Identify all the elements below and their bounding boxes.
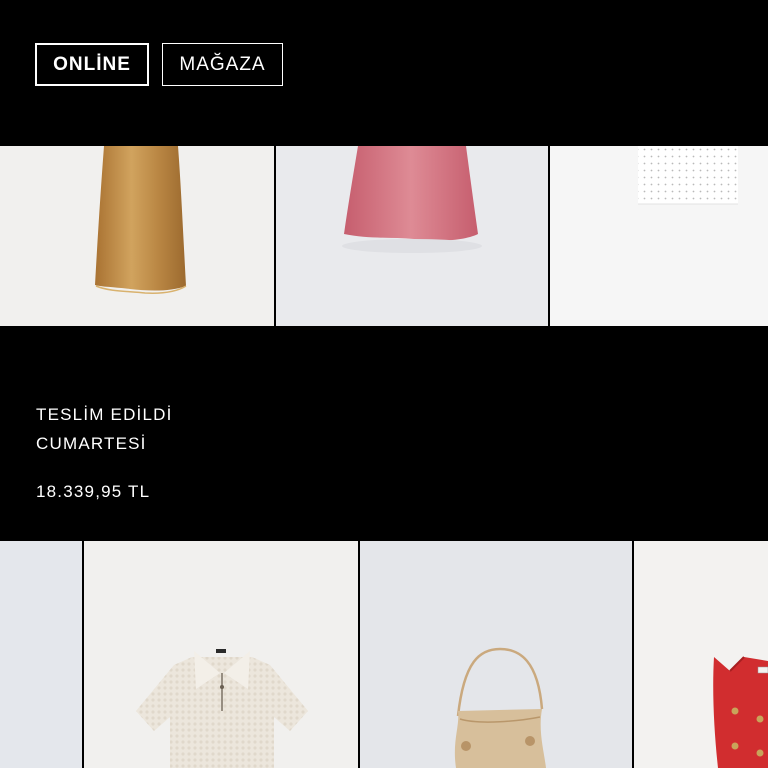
product-image-shoulder-bag[interactable] xyxy=(360,541,632,768)
product-image-pink-skirt[interactable] xyxy=(276,146,548,326)
tab-online[interactable]: ONLİNE xyxy=(35,43,149,86)
header-title-cropped: ———————— xyxy=(36,0,156,6)
order-status: TESLİM EDİLDİ xyxy=(36,405,173,424)
product-image-knit-polo[interactable] xyxy=(84,541,358,768)
product-image-gold-skirt[interactable] xyxy=(0,146,274,326)
order-delivery-day: CUMARTESİ xyxy=(36,434,147,453)
order-total: 18.339,95 TL xyxy=(36,482,151,501)
tab-store[interactable]: MAĞAZA xyxy=(162,43,283,86)
order-header: ———————— ONLİNE MAĞAZA xyxy=(0,0,768,146)
product-image-partial[interactable] xyxy=(0,541,82,768)
order-images-row[interactable] xyxy=(0,541,768,768)
order-images-row[interactable] xyxy=(0,146,768,326)
product-image-red-vest[interactable] xyxy=(634,541,768,768)
product-image-white-top[interactable] xyxy=(550,146,768,326)
